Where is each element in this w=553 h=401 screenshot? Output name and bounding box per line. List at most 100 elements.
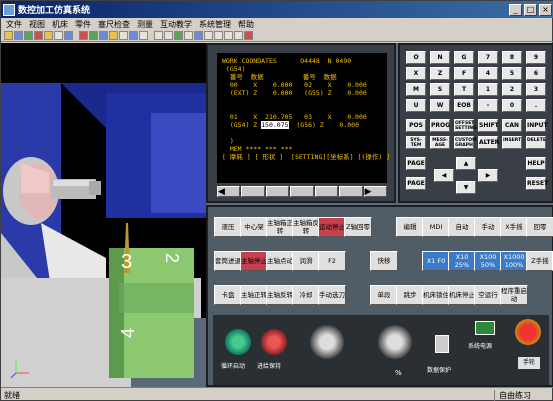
key-eob[interactable]: EOB xyxy=(454,99,474,112)
softkey-4[interactable] xyxy=(314,186,339,197)
key-customgraph[interactable]: CUSTOM GRAPH xyxy=(454,136,477,149)
key-5[interactable]: 5 xyxy=(502,67,522,80)
op-button-2-6[interactable]: 单段 xyxy=(370,285,398,305)
key-2[interactable]: 2 xyxy=(502,83,522,96)
key-can[interactable]: CAN xyxy=(502,119,522,132)
op-button-1-8[interactable]: X1 F0 xyxy=(422,251,450,271)
key-t[interactable]: T xyxy=(454,83,474,96)
close-button[interactable]: × xyxy=(539,3,552,16)
arrow-down-key[interactable]: ▼ xyxy=(456,181,476,194)
op-button-0-12[interactable]: 回零 xyxy=(526,217,553,237)
key-4[interactable]: 4 xyxy=(478,67,498,80)
emergency-stop-button[interactable] xyxy=(515,319,541,345)
op-button-1-9[interactable]: X10 25% xyxy=(448,251,476,271)
op-button-2-3[interactable]: 冷却 xyxy=(292,285,320,305)
op-button-0-0[interactable]: 液压 xyxy=(214,217,242,237)
open-icon[interactable] xyxy=(4,31,13,40)
feed-override-knob[interactable] xyxy=(310,325,344,359)
panel-icon[interactable] xyxy=(224,31,233,40)
stock-icon[interactable] xyxy=(34,31,43,40)
softkey-3[interactable] xyxy=(290,186,314,197)
op-button-2-10[interactable]: 空运行 xyxy=(474,285,502,305)
menu-help[interactable]: 帮助 xyxy=(236,19,259,30)
spindle-override-knob[interactable] xyxy=(378,325,412,359)
key-alter[interactable]: ALTER xyxy=(478,136,499,149)
key-message[interactable]: MESS-AGE xyxy=(430,136,450,149)
sys-power-button[interactable] xyxy=(475,321,495,335)
key-page-dn[interactable]: PAGE xyxy=(406,177,426,190)
reset-view-icon[interactable] xyxy=(79,31,88,40)
op-button-0-10[interactable]: 手动 xyxy=(474,217,502,237)
key-u[interactable]: U xyxy=(406,99,426,112)
op-button-2-4[interactable]: 手动选刀 xyxy=(318,285,346,305)
op-button-2-7[interactable]: 跳步 xyxy=(396,285,424,305)
top-view-icon[interactable] xyxy=(164,31,173,40)
fixture-icon[interactable] xyxy=(44,31,53,40)
op-button-2-9[interactable]: 机床停止 xyxy=(448,285,476,305)
key--[interactable]: - xyxy=(478,99,498,112)
op-button-0-8[interactable]: MDI xyxy=(422,217,450,237)
chip-icon[interactable] xyxy=(194,31,203,40)
key-delete[interactable]: DELETE xyxy=(526,136,546,149)
key-7[interactable]: 7 xyxy=(478,51,498,64)
softkey-2[interactable] xyxy=(265,186,290,197)
clean-icon[interactable] xyxy=(204,31,213,40)
menu-measure[interactable]: 测量 xyxy=(135,19,158,30)
key-n[interactable]: N xyxy=(430,51,450,64)
key-f[interactable]: F xyxy=(454,67,474,80)
key-shift[interactable]: SHIFT xyxy=(478,119,499,132)
coolant-icon[interactable] xyxy=(214,31,223,40)
maximize-button[interactable]: □ xyxy=(524,3,537,16)
key-0[interactable]: 0 xyxy=(502,99,522,112)
menu-part[interactable]: 零件 xyxy=(73,19,96,30)
feed-hold-button[interactable] xyxy=(261,329,287,355)
softkey-1[interactable] xyxy=(241,186,265,197)
menu-machine[interactable]: 机床 xyxy=(50,19,73,30)
arrow-left-key[interactable]: ◀ xyxy=(434,169,454,182)
key-insert[interactable]: INSERT xyxy=(502,136,522,149)
zoom-out-icon[interactable] xyxy=(99,31,108,40)
transparent-icon[interactable] xyxy=(174,31,183,40)
key-9[interactable]: 9 xyxy=(526,51,546,64)
section-icon[interactable] xyxy=(184,31,193,40)
key-pos[interactable]: POS xyxy=(406,119,426,132)
record-icon[interactable] xyxy=(244,31,253,40)
op-button-1-4[interactable]: F2 xyxy=(318,251,346,271)
key-prog[interactable]: PROG xyxy=(430,119,450,132)
minimize-button[interactable]: _ xyxy=(509,3,522,16)
softkey-left[interactable]: ◀ xyxy=(217,186,241,197)
menu-system[interactable]: 系统管理 xyxy=(197,19,236,30)
op-button-1-11[interactable]: X1000 100% xyxy=(500,251,528,271)
right-view-icon[interactable] xyxy=(139,31,148,40)
measure-icon[interactable] xyxy=(64,31,73,40)
key-reset[interactable]: RESET xyxy=(526,177,548,190)
op-button-0-4[interactable]: 运动停止 xyxy=(318,217,346,237)
op-button-0-9[interactable]: 自动 xyxy=(448,217,476,237)
hand-button[interactable]: 手轮 xyxy=(518,357,540,369)
left-view-icon[interactable] xyxy=(129,31,138,40)
menu-gauge[interactable]: 塞尺检查 xyxy=(96,19,135,30)
key-8[interactable]: 8 xyxy=(502,51,522,64)
arrow-right-key[interactable]: ▶ xyxy=(478,169,498,182)
key-s[interactable]: S xyxy=(430,83,450,96)
pan-icon[interactable] xyxy=(109,31,118,40)
op-button-0-1[interactable]: 中心架 xyxy=(240,217,268,237)
op-button-2-8[interactable]: 机床锁住 xyxy=(422,285,450,305)
op-button-0-3[interactable]: 主轴箱反转 xyxy=(292,217,320,237)
op-button-1-2[interactable]: 主轴点动 xyxy=(266,251,294,271)
op-button-0-7[interactable]: 编辑 xyxy=(396,217,424,237)
key-g[interactable]: G xyxy=(454,51,474,64)
key-z[interactable]: Z xyxy=(430,67,450,80)
softkey-right[interactable]: ▶ xyxy=(363,186,387,197)
op-button-2-11[interactable]: 程序重启动 xyxy=(500,285,528,305)
key-m[interactable]: M xyxy=(406,83,426,96)
op-button-0-5[interactable]: Z轴回零 xyxy=(344,217,372,237)
machine-3d-view[interactable]: 3 2 4 xyxy=(1,43,206,387)
key-input[interactable]: INPUT xyxy=(526,119,548,132)
key-.[interactable]: . xyxy=(526,99,546,112)
op-button-2-1[interactable]: 主轴正转 xyxy=(240,285,268,305)
op-button-0-2[interactable]: 主轴箱正转 xyxy=(266,217,294,237)
key-system[interactable]: SYS-TEM xyxy=(406,136,426,149)
op-button-1-1[interactable]: 主轴停止 xyxy=(240,251,268,271)
cycle-start-button[interactable] xyxy=(225,329,251,355)
